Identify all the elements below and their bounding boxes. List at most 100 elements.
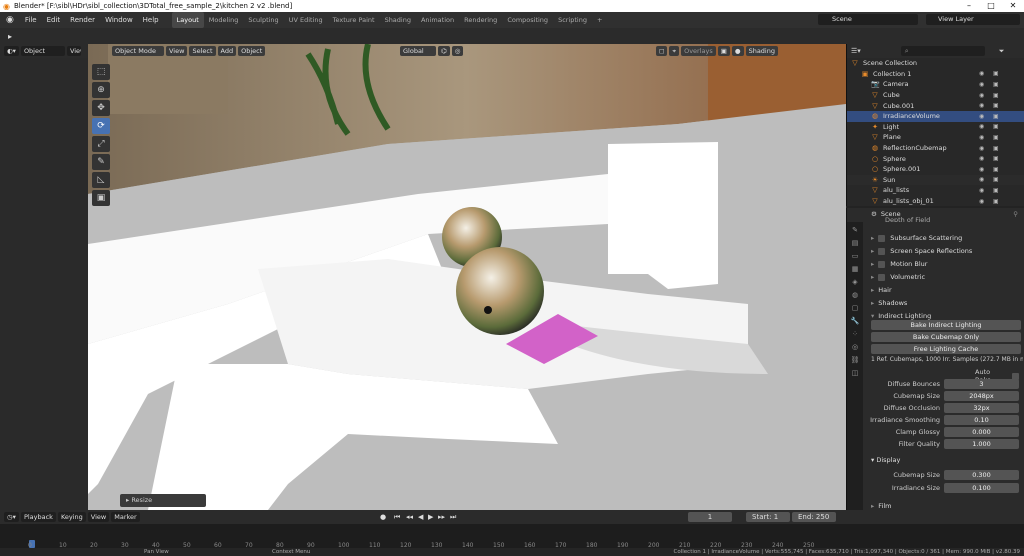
panel-checkbox[interactable] — [878, 260, 886, 268]
step-forward-icon[interactable]: ▸▸ — [438, 513, 445, 521]
add-workspace-button[interactable]: + — [592, 12, 607, 28]
output-tab-icon[interactable]: ▭ — [849, 251, 861, 261]
viewlayer-selector[interactable]: View Layer — [926, 14, 1020, 25]
tab-sculpting[interactable]: Sculpting — [243, 12, 283, 28]
field-value[interactable]: 0.10 — [944, 415, 1019, 425]
render-tab-icon[interactable]: ▤ — [849, 238, 861, 248]
tab-uv-editing[interactable]: UV Editing — [284, 12, 328, 28]
gizmo-icon[interactable]: ⌖ — [669, 46, 680, 56]
annotate-tool-icon[interactable]: ✎ — [92, 154, 110, 170]
camera-icon[interactable]: ▣ — [993, 70, 999, 77]
measure-tool-icon[interactable]: ◺ — [92, 172, 110, 188]
eye-icon[interactable]: ◉ — [979, 92, 984, 99]
tab-layout[interactable]: Layout — [171, 12, 204, 28]
object-tab-icon[interactable]: ▢ — [849, 303, 861, 313]
field-value[interactable]: 0.000 — [944, 427, 1019, 437]
field-value[interactable]: 0.300 — [944, 470, 1019, 480]
expand-chevron-icon[interactable]: ▸ — [871, 260, 874, 268]
eye-icon[interactable]: ◉ — [979, 198, 984, 205]
object-mode-dropdown[interactable]: Object Mode — [112, 46, 164, 56]
modifier-tab-icon[interactable]: 🔧 — [849, 316, 861, 326]
3d-viewport[interactable] — [88, 44, 846, 510]
current-frame-field[interactable]: 1 — [688, 512, 732, 522]
expand-chevron-icon[interactable]: ▸ — [871, 273, 874, 281]
visibility-icon[interactable]: ◻ — [656, 46, 668, 56]
eye-icon[interactable]: ◉ — [979, 176, 984, 183]
tab-shading[interactable]: Shading — [380, 12, 416, 28]
overlays-dropdown[interactable]: Overlays — [681, 46, 716, 56]
expand-chevron-icon[interactable]: ▸ — [871, 286, 874, 294]
tab-texture-paint[interactable]: Texture Paint — [328, 12, 380, 28]
outliner-row[interactable]: ☀ Sun ◉ ▣ — [847, 174, 1024, 186]
outliner-search[interactable]: ⌕ — [900, 46, 985, 56]
expand-chevron-icon[interactable]: ▸ — [871, 502, 874, 510]
tab-modeling[interactable]: Modeling — [204, 12, 244, 28]
camera-icon[interactable]: ▣ — [993, 81, 999, 88]
move-tool-icon[interactable]: ✥ — [92, 100, 110, 116]
camera-icon[interactable]: ▣ — [993, 123, 999, 130]
eye-icon[interactable]: ◉ — [979, 145, 984, 152]
bake-cubemap-button[interactable]: Bake Cubemap Only — [871, 332, 1021, 342]
outliner-row[interactable]: ▽ Cube ◉ ▣ — [847, 90, 1024, 101]
play-icon[interactable]: ▶ — [428, 513, 433, 521]
camera-icon[interactable]: ▣ — [993, 187, 999, 194]
camera-icon[interactable]: ▣ — [993, 155, 999, 162]
panel-checkbox[interactable] — [878, 234, 886, 242]
field-value[interactable]: 32px — [944, 403, 1019, 413]
playback-menu[interactable]: Playback — [20, 512, 56, 522]
play-reverse-icon[interactable]: ◀ — [418, 513, 423, 521]
transform-orientation-dropdown[interactable]: Global — [400, 46, 436, 56]
filter-icon[interactable]: ⏷ — [999, 47, 1005, 56]
menu-edit[interactable]: Edit — [42, 12, 66, 28]
outliner-row[interactable]: ▣ Collection 1 ◉ ▣ — [847, 69, 1024, 80]
eye-icon[interactable]: ◉ — [979, 134, 984, 141]
free-cache-button[interactable]: Free Lighting Cache — [871, 344, 1021, 354]
panel-motion-blur[interactable]: ▸ Motion Blur — [871, 258, 927, 270]
tab-scripting[interactable]: Scripting — [553, 12, 592, 28]
add-cube-tool-icon[interactable]: ▣ — [92, 190, 110, 206]
panel-subsurface-scattering[interactable]: ▸ Subsurface Scattering — [871, 232, 962, 244]
snap-icon[interactable]: ⌬ — [438, 46, 450, 56]
timeline-track[interactable]: 0 10 20 30 40 50 60 70 80 90 100 110 120 130 140 150 160… — [0, 524, 1024, 549]
eye-icon[interactable]: ◉ — [979, 187, 984, 194]
camera-icon[interactable]: ▣ — [993, 92, 999, 99]
expand-chevron-icon[interactable]: ▾ — [871, 312, 874, 320]
minimize-button[interactable]: – — [958, 0, 980, 12]
field-value[interactable]: 0.100 — [944, 483, 1019, 493]
bake-indirect-button[interactable]: Bake Indirect Lighting — [871, 320, 1021, 330]
proportional-edit-icon[interactable]: ◎ — [451, 46, 464, 56]
outliner-row[interactable]: ○ Sphere ◉ ▣ — [847, 153, 1024, 164]
shading-dropdown[interactable]: Shading — [745, 46, 778, 56]
outliner-row[interactable]: ▽ Plane ◉ ▣ — [847, 132, 1024, 143]
pin-icon[interactable]: ⚲ — [1013, 210, 1018, 218]
outliner-row[interactable]: ▽ alu_lists ◉ ▣ — [847, 185, 1024, 196]
data-tab-icon[interactable]: ◫ — [849, 368, 861, 378]
eye-icon[interactable]: ◉ — [979, 123, 984, 130]
select-menu[interactable]: Select — [189, 46, 216, 56]
scale-tool-icon[interactable]: ⤢ — [92, 136, 110, 152]
rotate-tool-icon[interactable]: ⟳ — [92, 118, 110, 134]
menu-file[interactable]: File — [20, 12, 42, 28]
outliner-row[interactable]: ○ Sphere.001 ◉ ▣ — [847, 164, 1024, 175]
add-menu[interactable]: Add — [217, 46, 237, 56]
start-frame-field[interactable]: Start: 1 — [746, 512, 790, 522]
camera-icon[interactable]: ▣ — [993, 166, 999, 173]
timeline-view-menu[interactable]: View — [87, 512, 110, 522]
object-type-dropdown[interactable]: Object — [20, 46, 65, 56]
panel-checkbox[interactable] — [878, 247, 886, 255]
camera-icon[interactable]: ▣ — [993, 102, 999, 109]
eye-icon[interactable]: ◉ — [979, 102, 984, 109]
physics-tab-icon[interactable]: ◎ — [849, 342, 861, 352]
select-box-tool-icon[interactable]: ⬚ — [92, 64, 110, 80]
record-icon[interactable]: ● — [380, 513, 386, 521]
display-subpanel[interactable]: ▾ Display — [871, 454, 900, 466]
outliner-row[interactable]: ✦ Light ◉ ▣ — [847, 122, 1024, 133]
outliner-row[interactable]: ▽ Scene Collection — [847, 58, 1024, 69]
eye-icon[interactable]: ◉ — [979, 113, 984, 120]
resize-operator-panel[interactable]: ▸ Resize — [120, 494, 206, 507]
eye-icon[interactable]: ◉ — [979, 81, 984, 88]
field-value[interactable]: 2048px — [944, 391, 1019, 401]
outliner-row[interactable]: 📷 Camera ◉ ▣ — [847, 79, 1024, 90]
jump-start-icon[interactable]: ⏮ — [394, 513, 400, 522]
outliner-row[interactable]: ▽ Cube.001 ◉ ▣ — [847, 100, 1024, 111]
